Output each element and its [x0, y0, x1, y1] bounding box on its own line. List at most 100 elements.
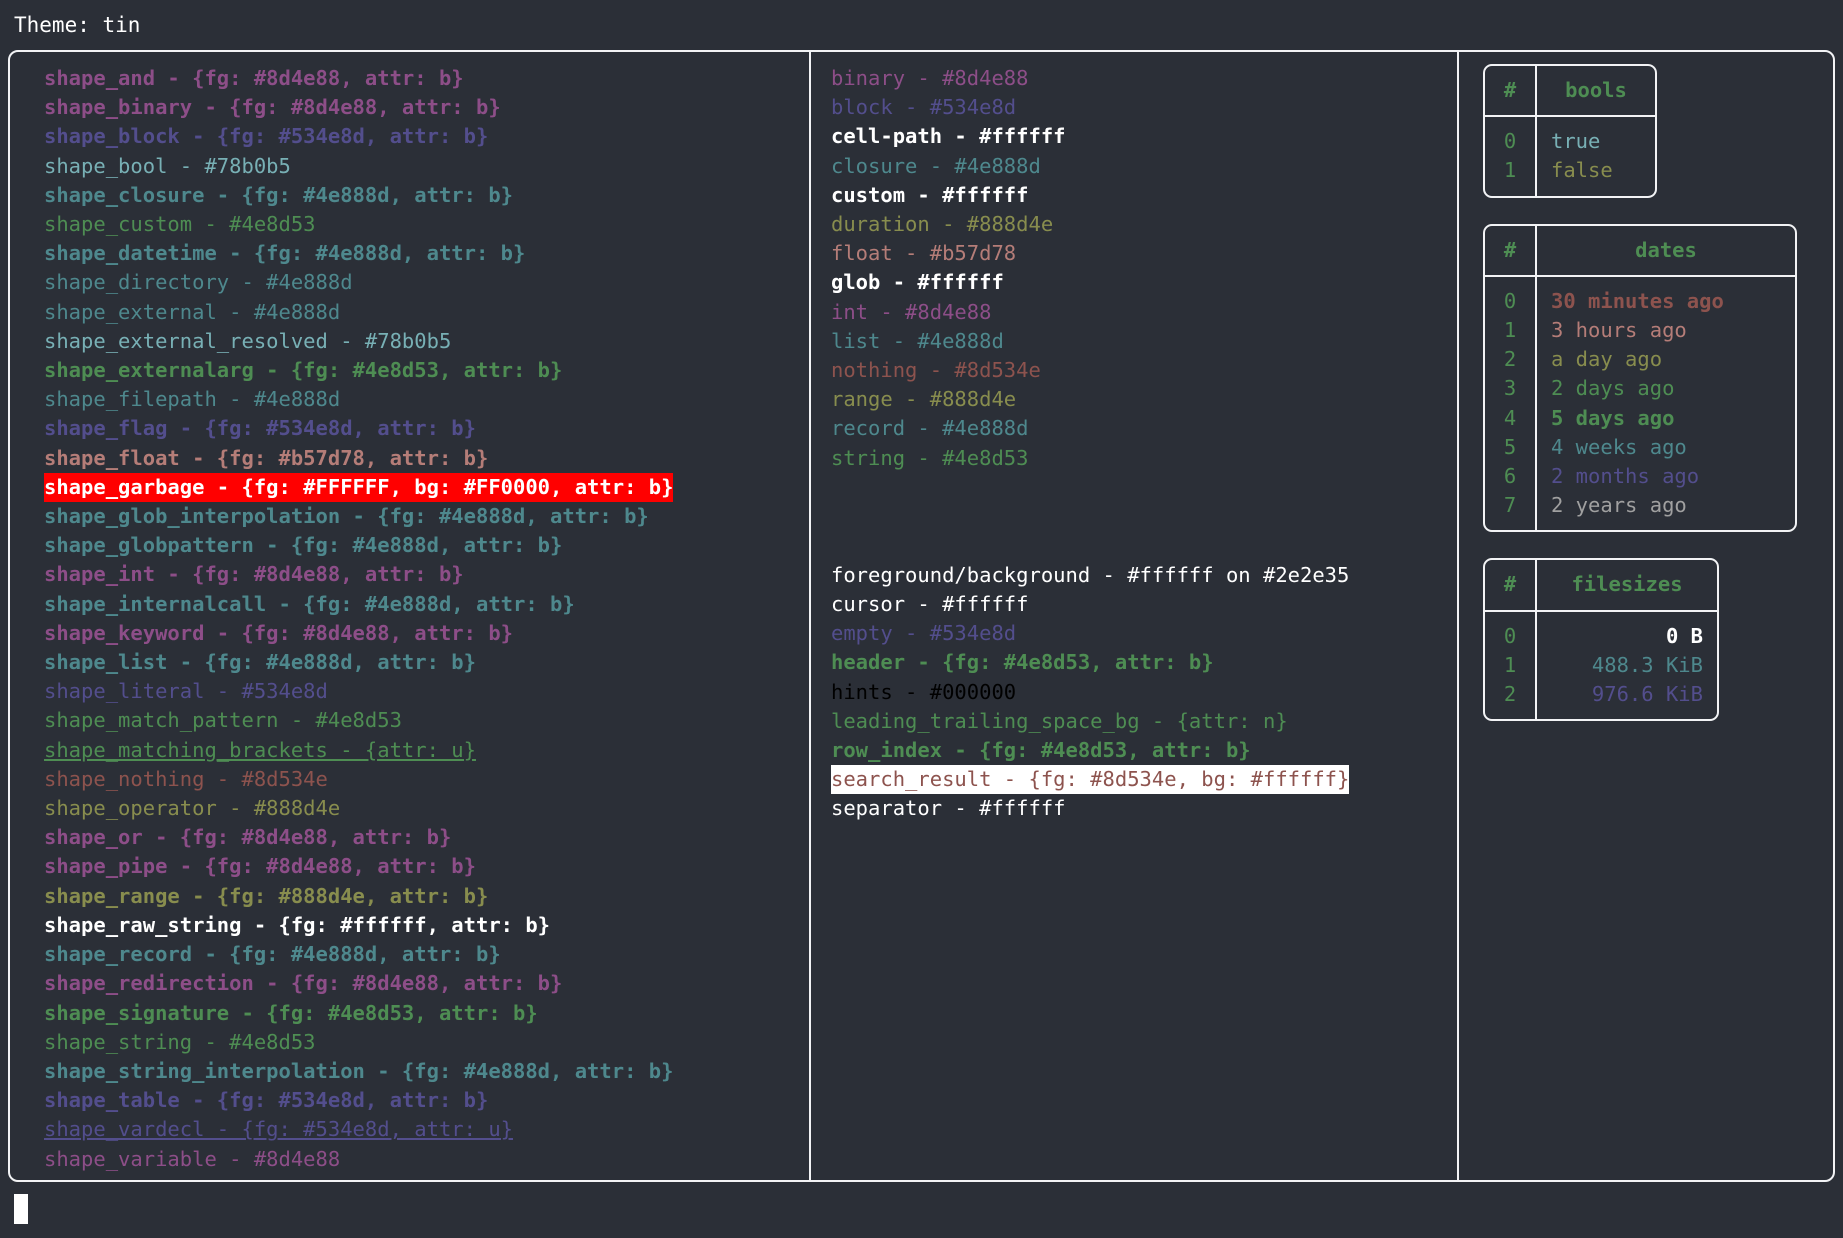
- shape-entry-row: shape_operator - #888d4e: [44, 794, 809, 823]
- table-row: 2 976.6 KiB: [1485, 680, 1717, 720]
- shape-entry-row: shape_bool - #78b0b5: [44, 152, 809, 181]
- shape-entry: shape_string_interpolation - {fg: #4e888…: [44, 1058, 674, 1083]
- shape-entry-row: shape_raw_string - {fg: #ffffff, attr: b…: [44, 911, 809, 940]
- type-entry: duration - #888d4e: [831, 212, 1054, 237]
- bools-index-header: #: [1485, 66, 1537, 116]
- shape-entry: shape_nothing - #8d534e: [44, 766, 328, 791]
- shape-entry-row: shape_int - {fg: #8d4e88, attr: b}: [44, 560, 809, 589]
- type-entry: cell-path - #ffffff: [831, 124, 1066, 149]
- ui-entry: search_result - {fg: #8d534e, bg: #fffff…: [831, 765, 1350, 795]
- shape-entry-row: shape_string - #4e8d53: [44, 1028, 809, 1057]
- table-row: 6 2 months ago: [1485, 462, 1795, 492]
- row-value-cell: false: [1551, 158, 1613, 183]
- table-row: 1 false: [1485, 156, 1655, 196]
- shape-entry-row: shape_nothing - #8d534e: [44, 765, 809, 794]
- shape-entry-row: shape_table - {fg: #534e8d, attr: b}: [44, 1086, 809, 1115]
- shape-entry-row: shape_signature - {fg: #4e8d53, attr: b}: [44, 999, 809, 1028]
- theme-preview-panel: shape_and - {fg: #8d4e88, attr: b} shape_…: [8, 50, 1835, 1182]
- shape-entry: shape_float - {fg: #b57d78, attr: b}: [44, 445, 489, 470]
- table-header-row: # filesizes: [1485, 560, 1717, 610]
- row-index-cell: 0: [1485, 117, 1537, 157]
- row-value-cell: 2 months ago: [1551, 464, 1700, 489]
- bools-table: # bools 0 true 1 false: [1483, 64, 1657, 198]
- shape-entry: shape_closure - {fg: #4e888d, attr: b}: [44, 182, 513, 207]
- row-value-cell: 2 days ago: [1551, 376, 1675, 401]
- table-header-row: # dates: [1485, 225, 1795, 275]
- ui-entry: separator - #ffffff: [831, 796, 1066, 821]
- table-row: 7 2 years ago: [1485, 491, 1795, 531]
- shape-entry: shape_bool - #78b0b5: [44, 153, 291, 178]
- shape-entry-row: shape_binary - {fg: #8d4e88, attr: b}: [44, 93, 809, 122]
- bools-table-header: # bools: [1485, 66, 1655, 118]
- row-value-cell: 488.3 KiB: [1591, 652, 1703, 677]
- row-index-cell: 1: [1485, 650, 1537, 681]
- shape-entry-row: shape_flag - {fg: #534e8d, attr: b}: [44, 414, 809, 443]
- type-entry: list - #4e888d: [831, 328, 1004, 353]
- row-index-cell: 0: [1485, 276, 1537, 317]
- shape-entry: shape_string - #4e8d53: [44, 1029, 316, 1054]
- shape-entry-row: shape_custom - #4e8d53: [44, 210, 809, 239]
- shape-entry-row: shape_list - {fg: #4e888d, attr: b}: [44, 648, 809, 677]
- type-entry-row: range - #888d4e: [831, 385, 1457, 414]
- shape-entry: shape_list - {fg: #4e888d, attr: b}: [44, 650, 476, 675]
- shape-entry: shape_vardecl - {fg: #534e8d, attr: u}: [44, 1117, 513, 1142]
- table-header-row: # bools: [1485, 66, 1655, 116]
- shape-entry: shape_operator - #888d4e: [44, 796, 341, 821]
- shape-entry-row: shape_literal - #534e8d: [44, 677, 809, 706]
- filesizes-table-header: # filesizes: [1485, 560, 1717, 612]
- type-entry-row: list - #4e888d: [831, 327, 1457, 356]
- type-entry: record - #4e888d: [831, 416, 1029, 441]
- types-and-ui-column: binary - #8d4e88 block - #534e8d cell-path…: [809, 52, 1457, 1180]
- ui-entry-row: header - {fg: #4e8d53, attr: b}: [831, 648, 1457, 677]
- filesizes-index-header: #: [1485, 560, 1537, 610]
- type-entry-row: nothing - #8d534e: [831, 356, 1457, 385]
- shape-entry-row: shape_closure - {fg: #4e888d, attr: b}: [44, 181, 809, 210]
- ui-entry-row: empty - #534e8d: [831, 619, 1457, 648]
- shape-entry-row: shape_block - {fg: #534e8d, attr: b}: [44, 122, 809, 151]
- shape-entry-row: shape_record - {fg: #4e888d, attr: b}: [44, 940, 809, 969]
- ui-entry: cursor - #ffffff: [831, 592, 1029, 617]
- type-entry: binary - #8d4e88: [831, 66, 1029, 90]
- row-index-cell: 1: [1485, 156, 1537, 196]
- shape-entry: shape_literal - #534e8d: [44, 679, 328, 704]
- ui-entry: hints - #000000: [831, 679, 1017, 704]
- type-entry-row: cell-path - #ffffff: [831, 122, 1457, 151]
- type-entry-row: record - #4e888d: [831, 414, 1457, 443]
- ui-entry-row: row_index - {fg: #4e8d53, attr: b}: [831, 736, 1457, 765]
- shape-entry-row: shape_glob_interpolation - {fg: #4e888d,…: [44, 502, 809, 531]
- shape-entry-row: shape_globpattern - {fg: #4e888d, attr: …: [44, 531, 809, 560]
- row-value-cell: 4 weeks ago: [1551, 434, 1687, 459]
- type-entry-row: string - #4e8d53: [831, 444, 1457, 473]
- shape-entry: shape_range - {fg: #888d4e, attr: b}: [44, 883, 489, 908]
- shape-entry-row: shape_externalarg - {fg: #4e8d53, attr: …: [44, 356, 809, 385]
- shape-entry-row: shape_external_resolved - #78b0b5: [44, 327, 809, 356]
- table-row: 2 a day ago: [1485, 345, 1795, 375]
- row-index-cell: 4: [1485, 403, 1537, 433]
- shape-entry: shape_and - {fg: #8d4e88, attr: b}: [44, 66, 464, 90]
- row-index-cell: 1: [1485, 316, 1537, 346]
- shape-entry: shape_or - {fg: #8d4e88, attr: b}: [44, 825, 452, 850]
- terminal-screen: Theme: tin shape_and - {fg: #8d4e88, att…: [0, 0, 1843, 1238]
- shape-entry-row: shape_garbage - {fg: #FFFFFF, bg: #FF000…: [44, 472, 809, 503]
- type-entry: block - #534e8d: [831, 95, 1017, 120]
- ui-entry: empty - #534e8d: [831, 621, 1017, 646]
- row-value-cell: true: [1551, 129, 1601, 154]
- table-row: 5 4 weeks ago: [1485, 432, 1795, 463]
- shape-entry: shape_custom - #4e8d53: [44, 212, 316, 237]
- shape-entry-row: shape_redirection - {fg: #8d4e88, attr: …: [44, 969, 809, 998]
- dates-index-header: #: [1485, 225, 1537, 275]
- type-entry: closure - #4e888d: [831, 153, 1041, 178]
- shape-entry-row: shape_external - #4e888d: [44, 298, 809, 327]
- shape-entry: shape_garbage - {fg: #FFFFFF, bg: #FF000…: [44, 472, 674, 503]
- type-entry-row: custom - #ffffff: [831, 181, 1457, 210]
- shape-entry-row: shape_variable - #8d4e88: [44, 1145, 809, 1174]
- row-value-cell: 0 B: [1665, 623, 1703, 648]
- shape-entry: shape_flag - {fg: #534e8d, attr: b}: [44, 416, 476, 441]
- row-index-cell: 7: [1485, 491, 1537, 531]
- shape-entry-row: shape_filepath - #4e888d: [44, 385, 809, 414]
- shape-entry-row: shape_float - {fg: #b57d78, attr: b}: [44, 444, 809, 473]
- sample-tables-column: # bools 0 true 1 false # dates 0 30 minutes …: [1457, 52, 1833, 1180]
- row-index-cell: 2: [1485, 345, 1537, 375]
- type-entry: string - #4e8d53: [831, 445, 1029, 470]
- shape-entry: shape_signature - {fg: #4e8d53, attr: b}: [44, 1000, 538, 1025]
